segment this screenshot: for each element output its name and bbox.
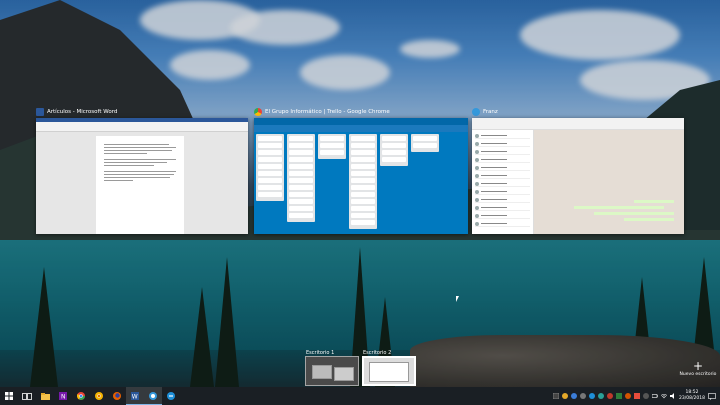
browser-tabbar xyxy=(254,118,468,125)
chat-conversation xyxy=(534,130,684,234)
window-title: Franz xyxy=(483,108,498,115)
system-tray: 18:52 23/08/2018 xyxy=(553,387,720,405)
word-icon xyxy=(36,107,44,116)
window-thumbnail[interactable] xyxy=(254,118,468,234)
trello-board xyxy=(254,132,468,234)
taskbar: N W 18:52 23/08/2018 xyxy=(0,387,720,405)
trello-list xyxy=(411,134,439,152)
plus-icon: + xyxy=(692,359,704,373)
onenote-icon[interactable]: N xyxy=(54,387,72,405)
trello-list xyxy=(256,134,284,201)
trello-list xyxy=(318,134,346,159)
file-explorer-icon[interactable] xyxy=(36,387,54,405)
tray-app-icon[interactable] xyxy=(643,393,649,399)
mouse-cursor xyxy=(456,296,459,302)
word-ribbon xyxy=(36,118,248,132)
chrome-canary-icon[interactable] xyxy=(90,387,108,405)
task-view-icon[interactable] xyxy=(18,387,36,405)
clock-date: 23/08/2018 xyxy=(679,396,705,401)
tray-app-icon[interactable] xyxy=(634,393,640,399)
trello-list xyxy=(380,134,408,166)
tray-app-icon[interactable] xyxy=(625,393,631,399)
chrome-icon xyxy=(254,107,262,116)
tray-app-icon[interactable] xyxy=(580,393,586,399)
window-thumbnail[interactable] xyxy=(36,118,248,234)
trello-header xyxy=(254,125,468,132)
wifi-icon[interactable] xyxy=(661,393,667,399)
new-desktop-label: Nuevo escritorio xyxy=(679,372,717,377)
word-document-area xyxy=(36,132,248,234)
clock[interactable]: 18:52 23/08/2018 xyxy=(679,390,705,402)
notifications-icon[interactable] xyxy=(708,392,716,400)
window-franz[interactable]: Franz xyxy=(472,105,684,234)
window-chrome-trello[interactable]: El Grupo Informático | Trello - Google C… xyxy=(254,105,468,234)
franz-toolbar xyxy=(472,118,684,130)
firefox-icon[interactable] xyxy=(108,387,126,405)
franz-icon[interactable] xyxy=(144,387,162,405)
chat-list xyxy=(472,130,534,234)
window-title-bar[interactable]: El Grupo Informático | Trello - Google C… xyxy=(254,105,468,118)
tray-app-icon[interactable] xyxy=(553,393,559,399)
trello-list xyxy=(349,134,377,229)
battery-icon[interactable] xyxy=(652,393,658,399)
window-word[interactable]: Artículos - Microsoft Word xyxy=(36,105,248,234)
new-desktop-button[interactable]: + Nuevo escritorio xyxy=(678,360,718,377)
tray-app-icon[interactable] xyxy=(589,393,595,399)
tray-app-icon[interactable] xyxy=(562,393,568,399)
desktop-1-thumbnail[interactable] xyxy=(305,356,359,386)
volume-icon[interactable] xyxy=(670,393,676,399)
window-thumbnail[interactable] xyxy=(472,118,684,234)
windows-start-icon[interactable] xyxy=(0,387,18,405)
edge-icon[interactable] xyxy=(162,387,180,405)
tray-app-icon[interactable] xyxy=(598,393,604,399)
tray-app-icon[interactable] xyxy=(616,393,622,399)
window-title-bar[interactable]: Artículos - Microsoft Word xyxy=(36,105,248,118)
chrome-icon[interactable] xyxy=(72,387,90,405)
window-title: Artículos - Microsoft Word xyxy=(47,108,118,115)
tray-app-icon[interactable] xyxy=(607,393,613,399)
document-page xyxy=(96,136,184,234)
franz-icon xyxy=(472,107,480,116)
desktop-2-thumbnail[interactable] xyxy=(362,356,416,386)
svg-text:N: N xyxy=(61,394,66,401)
window-title: El Grupo Informático | Trello - Google C… xyxy=(265,108,390,115)
trello-list xyxy=(287,134,315,222)
tray-app-icon[interactable] xyxy=(571,393,577,399)
svg-text:W: W xyxy=(132,393,138,400)
window-title-bar[interactable]: Franz xyxy=(472,105,684,118)
word-icon[interactable]: W xyxy=(126,387,144,405)
